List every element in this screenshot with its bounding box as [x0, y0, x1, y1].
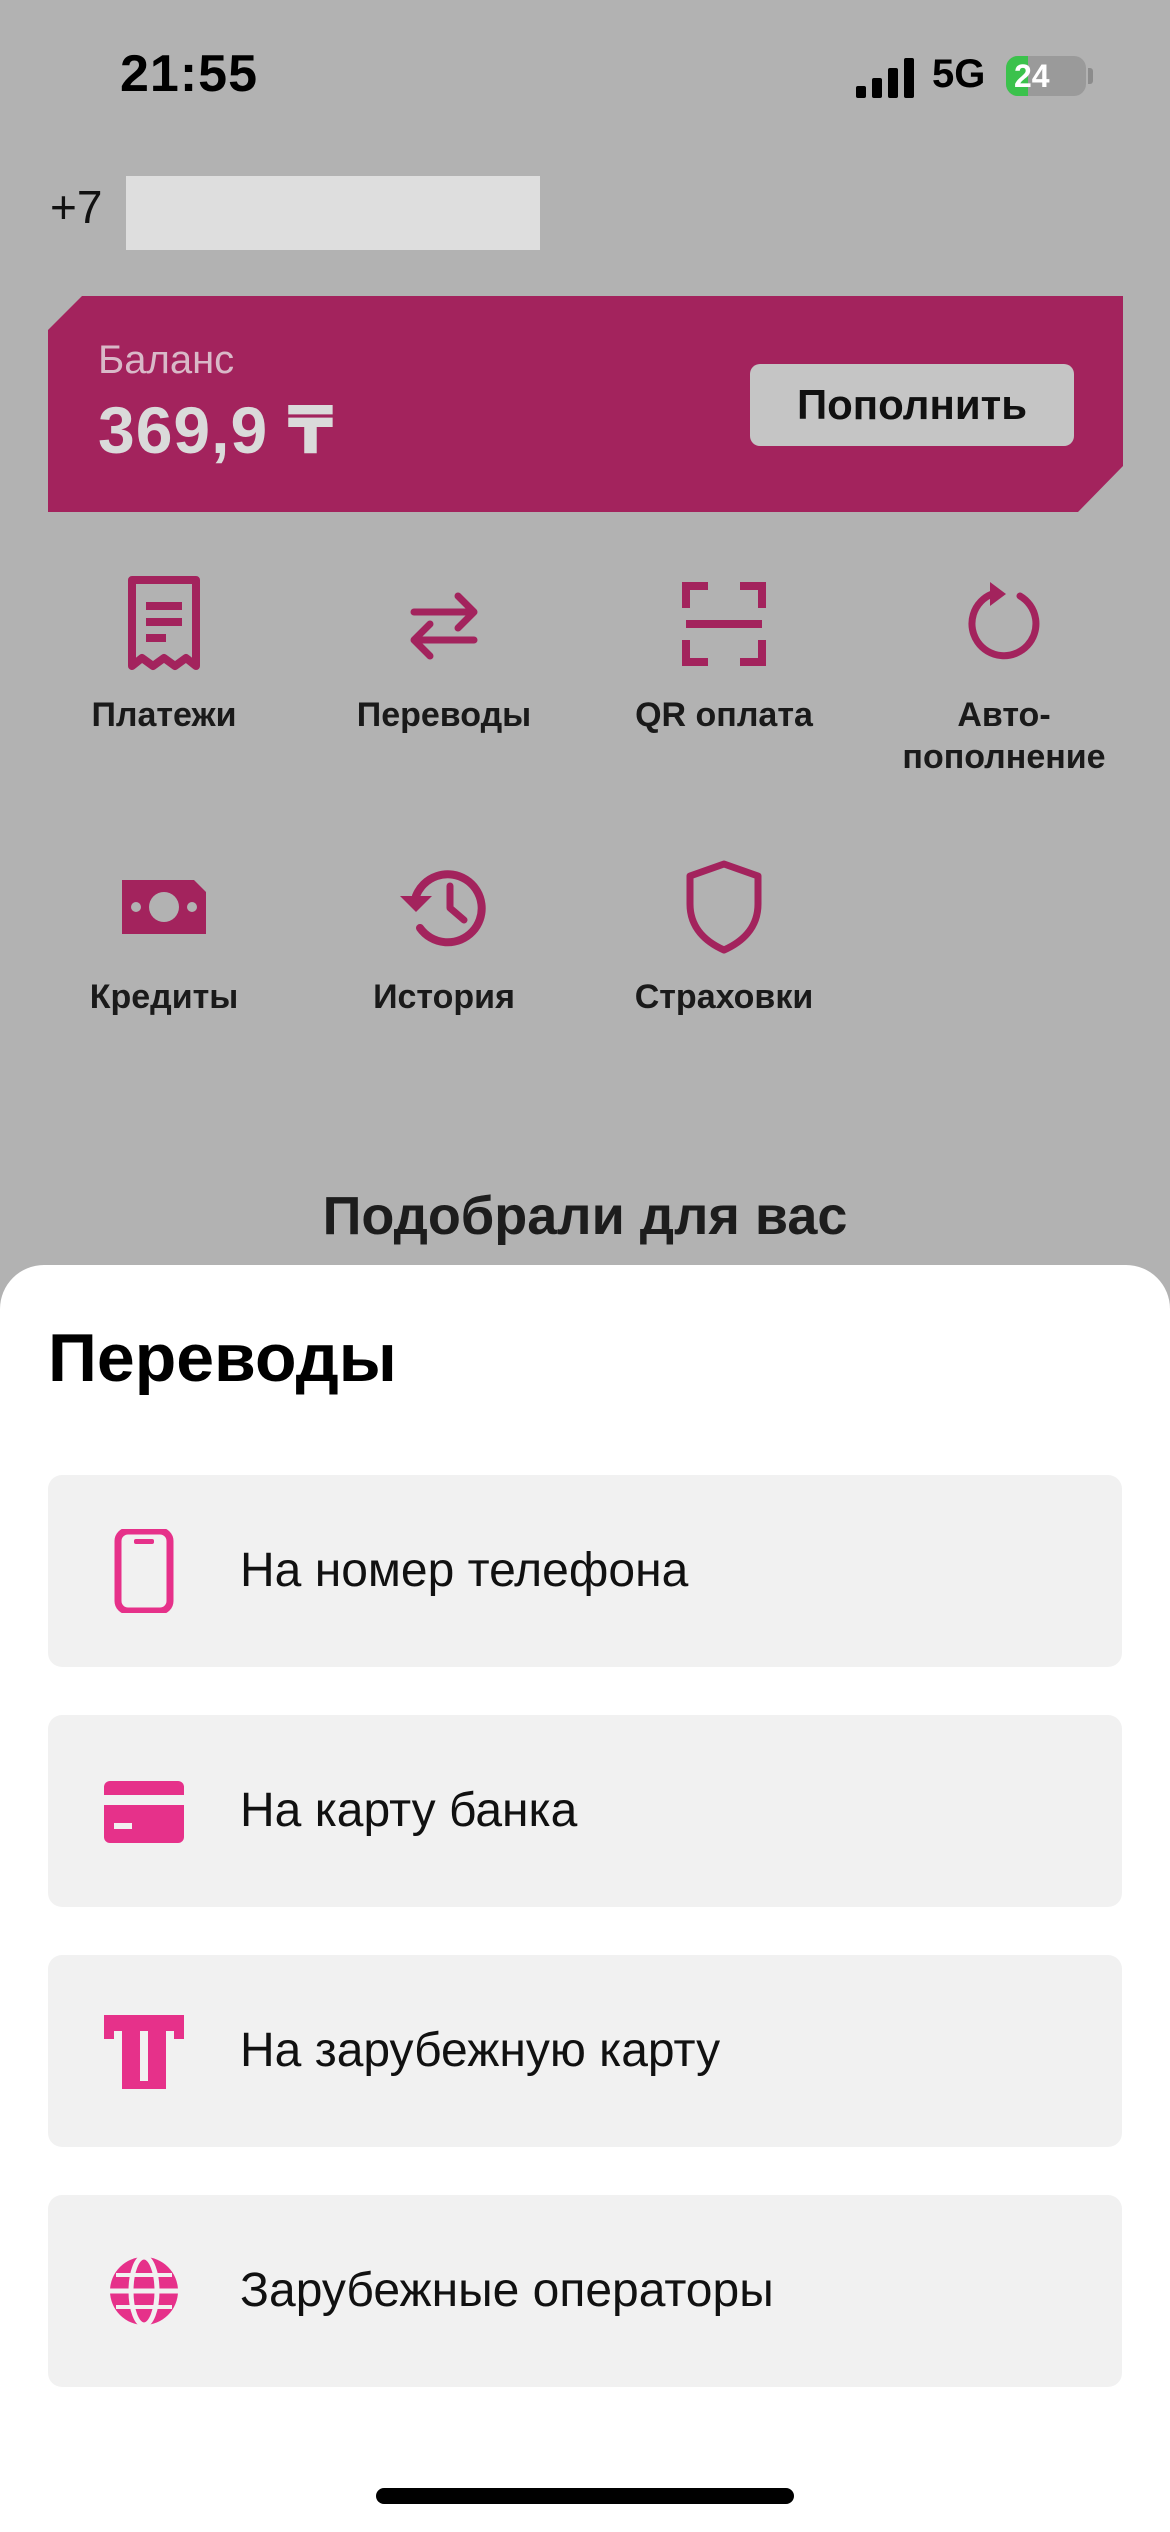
quick-action-label: QR оплата — [635, 696, 813, 734]
battery-level: 24 — [1014, 58, 1050, 94]
quick-action-autotopup[interactable]: Авто- пополнение — [874, 574, 1134, 778]
refresh-icon — [968, 582, 1040, 660]
quick-action-label: Страховки — [634, 978, 814, 1016]
section-title: Подобрали для вас — [322, 1186, 848, 1246]
balance-card: Баланс 369,9 ₸ Пополнить — [48, 296, 1123, 512]
status-bar: 21:55 5G 24 — [0, 0, 1170, 150]
battery-icon: 24 — [1006, 56, 1086, 96]
cellular-signal-icon — [856, 58, 914, 98]
globe-icon — [110, 2254, 178, 2328]
quick-action-transfers[interactable]: Переводы — [314, 574, 574, 736]
transfers-bottom-sheet: Переводы На номер телефона На карту банк… — [0, 1265, 1170, 2532]
status-time: 21:55 — [120, 45, 258, 103]
transfer-option-bank-card[interactable]: На карту банка — [48, 1715, 1122, 1907]
transfer-option-label: Зарубежные операторы — [240, 2264, 774, 2317]
quick-action-label: История — [373, 978, 515, 1016]
transfer-option-label: На номер телефона — [240, 1544, 689, 1597]
quick-action-payments[interactable]: Платежи — [34, 574, 294, 736]
banknote-icon — [122, 880, 206, 934]
transfer-option-phone[interactable]: На номер телефона — [48, 1475, 1122, 1667]
transfer-arrows-icon — [410, 592, 478, 660]
history-icon — [400, 870, 486, 947]
phone-prefix: +7 — [50, 181, 103, 233]
balance-label: Баланс — [98, 338, 235, 382]
quick-action-qr-payment[interactable]: QR оплата — [594, 574, 854, 736]
network-type: 5G — [932, 52, 986, 96]
transfer-option-foreign-operators[interactable]: Зарубежные операторы — [48, 2195, 1122, 2387]
phone-icon — [114, 1529, 174, 1613]
transfer-option-label: На карту банка — [240, 1784, 578, 1837]
transfer-option-foreign-card[interactable]: На зарубежную карту — [48, 1955, 1122, 2147]
quick-action-label: Переводы — [356, 696, 532, 734]
phone-number-redacted — [126, 176, 540, 250]
quick-action-label: Авто- пополнение — [902, 696, 1106, 776]
receipt-icon — [128, 576, 200, 670]
shield-icon — [686, 860, 762, 954]
atm-card-icon — [104, 2015, 184, 2089]
quick-action-label: Кредиты — [89, 978, 239, 1016]
home-indicator[interactable] — [376, 2488, 794, 2504]
qr-scan-icon — [682, 582, 766, 666]
quick-action-credits[interactable]: Кредиты — [34, 856, 294, 1018]
sheet-title: Переводы — [48, 1320, 397, 1396]
transfer-option-label: На зарубежную карту — [240, 2024, 721, 2077]
quick-action-insurance[interactable]: Страховки — [594, 856, 854, 1018]
quick-action-history[interactable]: История — [314, 856, 574, 1018]
balance-amount: 369,9 ₸ — [98, 393, 335, 467]
topup-button[interactable]: Пополнить — [750, 364, 1074, 446]
battery-tip — [1088, 68, 1093, 84]
quick-action-label: Платежи — [91, 696, 237, 734]
bank-card-icon — [104, 1781, 184, 1843]
